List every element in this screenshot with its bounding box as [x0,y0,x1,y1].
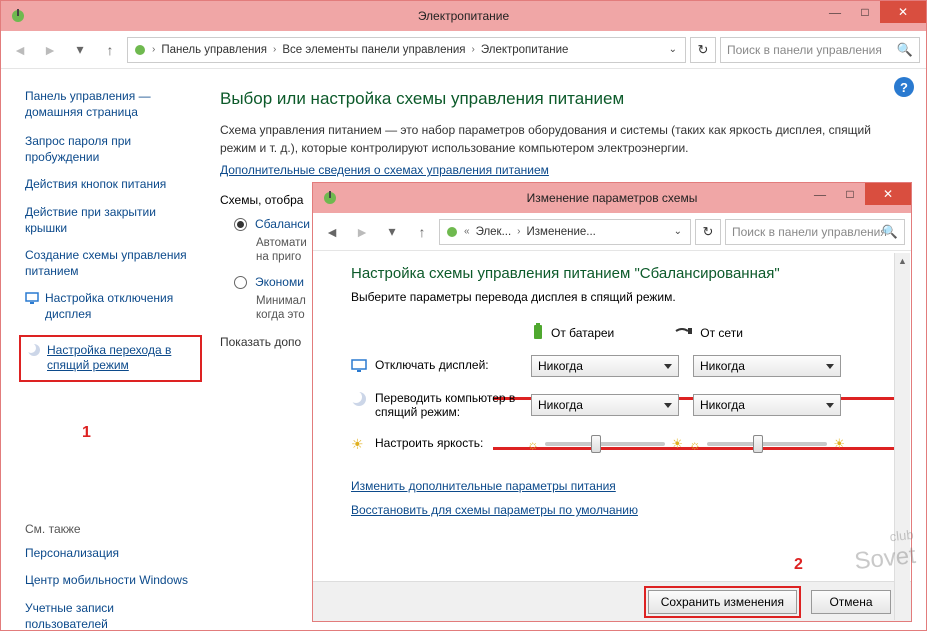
sidebar-link-password[interactable]: Запрос пароля при пробуждении [25,134,196,165]
forward-button[interactable]: ► [349,219,375,245]
forward-button[interactable]: ► [37,37,63,63]
sleep-plugged-select[interactable]: Никогда [693,394,841,416]
save-button[interactable]: Сохранить изменения [648,590,797,614]
seealso-personalization[interactable]: Персонализация [25,546,196,562]
seealso-accounts[interactable]: Учетные записи пользователей [25,601,196,632]
power-source-headers: От батареи От сети [351,322,887,343]
address-dropdown[interactable]: ⌄ [665,44,681,55]
radio-unchecked-icon[interactable] [234,276,247,289]
display-plugged-select[interactable]: Никогда [693,355,841,377]
refresh-button[interactable]: ↻ [695,219,721,245]
window-controls: — □ ✕ [820,1,926,23]
address-bar[interactable]: › Панель управления › Все элементы панел… [127,37,686,63]
brightness-battery-slider[interactable]: ☼ ☀ [531,433,679,455]
row-sleep: Переводить компьютер в спящий режим: Ник… [351,391,887,419]
window-title: Изменение параметров схемы [527,191,698,205]
seealso-mobility[interactable]: Центр мобильности Windows [25,573,196,589]
annotation-number-1: 1 [82,424,91,442]
search-placeholder: Поиск в панели управления [727,43,882,57]
power-icon [444,224,460,240]
scroll-up-icon[interactable]: ▲ [895,253,910,269]
sidebar-link-buttons[interactable]: Действия кнопок питания [25,177,196,193]
nav-toolbar: ◄ ► ▾ ↑ › Панель управления › Все элемен… [1,31,926,69]
radio-checked-icon[interactable] [234,218,247,231]
edit-plan-window: Изменение параметров схемы — □ ✕ ◄ ► ▾ ↑… [312,182,912,622]
moon-icon [351,391,367,407]
titlebar: Электропитание — □ ✕ [1,1,926,31]
sidebar-link-create-plan[interactable]: Создание схемы управления питанием [25,248,196,279]
sidebar: Панель управления — домашняя страница За… [1,71,206,630]
close-button[interactable]: ✕ [880,1,926,23]
cancel-button[interactable]: Отмена [811,590,891,614]
search-input[interactable]: Поиск в панели управления 🔍 [720,37,920,63]
sun-icon: ☀ [351,436,367,452]
window-controls: — □ ✕ [805,183,911,205]
titlebar: Изменение параметров схемы — □ ✕ [313,183,911,213]
power-icon [132,42,148,58]
sun-dim-icon: ☼ [689,437,701,452]
power-icon [9,7,27,25]
back-button[interactable]: ◄ [7,37,33,63]
minimize-button[interactable]: — [820,1,850,23]
sidebar-link-lid[interactable]: Действие при закрытии крышки [25,205,196,236]
brightness-plugged-slider[interactable]: ☼ ☀ [693,433,841,455]
search-icon: 🔍 [882,224,898,240]
restore-defaults-link[interactable]: Восстановить для схемы параметры по умол… [351,503,887,517]
refresh-button[interactable]: ↻ [690,37,716,63]
back-button[interactable]: ◄ [319,219,345,245]
row-display-off: Отключать дисплей: Никогда Никогда [351,355,887,377]
moon-icon [27,343,41,357]
row-brightness: ☀ Настроить яркость: ☼ ☀ ☼ ☀ [351,433,887,455]
annotation-number-2: 2 [794,556,803,574]
history-dropdown[interactable]: ▾ [379,219,405,245]
battery-header: От батареи [531,322,614,343]
save-button-highlight: Сохранить изменения [644,586,801,618]
address-bar[interactable]: « Элек... › Изменение... ⌄ [439,219,691,245]
plugged-header: От сети [674,322,743,343]
address-dropdown[interactable]: ⌄ [670,226,686,237]
sidebar-link-sleep-highlighted[interactable]: Настройка перехода в спящий режим [19,335,202,382]
vertical-scrollbar[interactable]: ▲ [894,253,910,620]
monitor-icon [351,358,367,374]
edit-plan-content: Настройка схемы управления питанием "Сба… [313,251,911,579]
sleep-battery-select[interactable]: Никогда [531,394,679,416]
page-title: Выбор или настройка схемы управления пит… [220,89,896,109]
more-info-link[interactable]: Дополнительные сведения о схемах управле… [220,163,549,177]
scheme-title: Настройка схемы управления питанием "Сба… [351,265,887,282]
battery-icon [531,322,545,343]
crumb-leaf[interactable]: Электропитание [479,44,571,56]
plug-icon [674,325,694,340]
advanced-settings-link[interactable]: Изменить дополнительные параметры питани… [351,479,887,493]
close-button[interactable]: ✕ [865,183,911,205]
dialog-buttons: Сохранить изменения Отмена [313,581,911,621]
maximize-button[interactable]: □ [835,183,865,205]
maximize-button[interactable]: □ [850,1,880,23]
window-title: Электропитание [418,9,509,23]
page-description: Схема управления питанием — это набор па… [220,121,896,157]
display-battery-select[interactable]: Никогда [531,355,679,377]
power-icon [321,189,339,207]
sidebar-link-display-off[interactable]: Настройка отключения дисплея [25,291,196,322]
search-icon: 🔍 [897,42,913,58]
history-dropdown[interactable]: ▾ [67,37,93,63]
sun-bright-icon: ☀ [671,436,683,452]
minimize-button[interactable]: — [805,183,835,205]
seealso-heading: См. также [25,522,196,536]
up-button[interactable]: ↑ [97,37,123,63]
scheme-subtitle: Выберите параметры перевода дисплея в сп… [351,290,887,304]
sun-bright-icon: ☀ [833,436,845,452]
sun-dim-icon: ☼ [527,437,539,452]
crumb-mid[interactable]: Все элементы панели управления [280,44,467,56]
search-input[interactable]: Поиск в панели управления 🔍 [725,219,905,245]
sidebar-home-link[interactable]: Панель управления — домашняя страница [25,89,196,120]
search-placeholder: Поиск в панели управления [732,225,887,239]
nav-toolbar: ◄ ► ▾ ↑ « Элек... › Изменение... ⌄ ↻ Пои… [313,213,911,251]
monitor-icon [25,291,39,305]
up-button[interactable]: ↑ [409,219,435,245]
crumb-root[interactable]: Панель управления [159,44,269,56]
